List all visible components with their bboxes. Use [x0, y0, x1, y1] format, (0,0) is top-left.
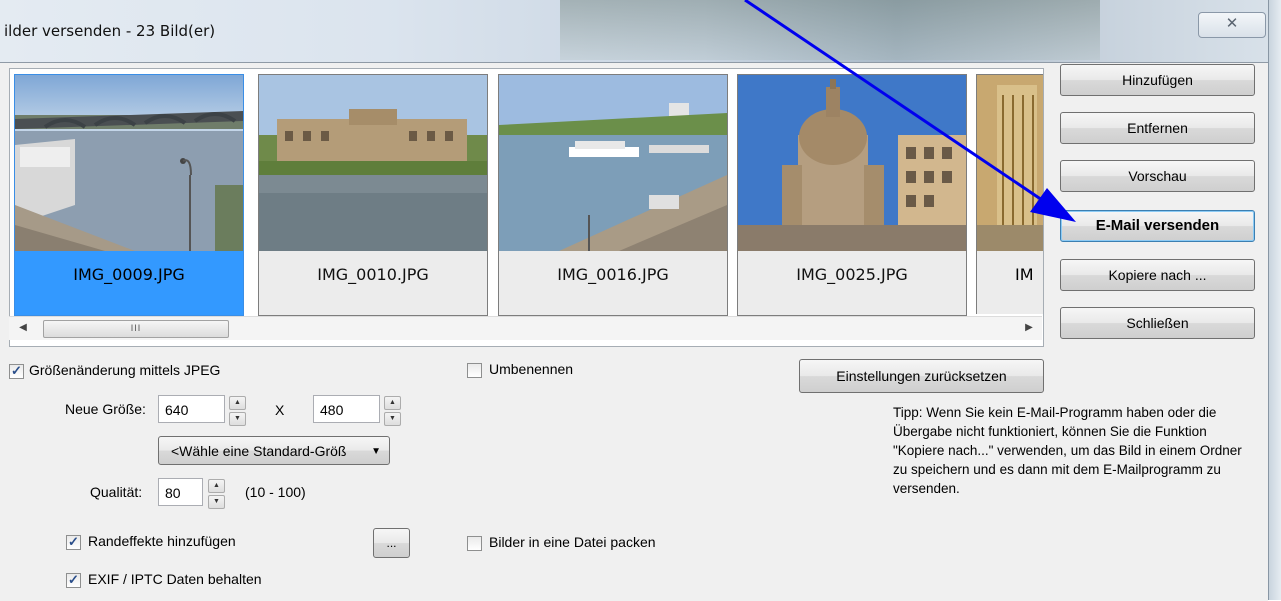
- scroll-right-icon[interactable]: ▶: [1021, 320, 1037, 336]
- standard-size-value: <Wähle eine Standard-Größ: [171, 443, 347, 459]
- thumbnail-filename: IMG_0009.JPG: [15, 251, 243, 315]
- thumbnail-item[interactable]: IM: [976, 74, 1043, 314]
- close-window-button[interactable]: ✕: [1198, 12, 1266, 38]
- spin-up-icon[interactable]: ▲: [229, 396, 246, 410]
- border-effects-label: Randeffekte hinzufügen: [88, 533, 236, 549]
- thumbnail-item[interactable]: IMG_0025.JPG: [737, 74, 967, 316]
- new-size-label: Neue Größe:: [65, 401, 146, 417]
- quality-label: Qualität:: [90, 484, 143, 500]
- keep-exif-checkbox[interactable]: ✓: [66, 573, 81, 588]
- border-effects-checkbox[interactable]: ✓: [66, 535, 81, 550]
- thumbnail-image: [259, 75, 487, 251]
- pack-images-label: Bilder in eine Datei packen: [489, 534, 656, 550]
- quality-input[interactable]: 80: [158, 478, 203, 506]
- thumbnail-filename: IMG_0016.JPG: [557, 265, 669, 284]
- height-input[interactable]: 480: [313, 395, 380, 423]
- thumbnail-filename: IMG_0010.JPG: [317, 265, 429, 284]
- pack-images-checkbox[interactable]: [467, 536, 482, 551]
- remove-button[interactable]: Entfernen: [1060, 112, 1255, 144]
- thumbnail-item[interactable]: IMG_0009.JPG: [14, 74, 244, 316]
- scrollbar-thumb[interactable]: III: [43, 320, 229, 338]
- close-icon: ✕: [1225, 15, 1239, 32]
- width-stepper[interactable]: ▲ ▼: [229, 396, 246, 426]
- thumbnail-image: [738, 75, 966, 251]
- standard-size-dropdown[interactable]: <Wähle eine Standard-Größ ▼: [158, 436, 390, 465]
- thumbnail-image: [499, 75, 727, 251]
- rename-checkbox[interactable]: [467, 363, 482, 378]
- window-frame-edge: [1268, 0, 1281, 600]
- thumbnail-filename: IM: [1015, 265, 1034, 284]
- thumbnail-item[interactable]: IMG_0010.JPG: [258, 74, 488, 316]
- thumbnail-image: [977, 75, 1043, 251]
- copy-to-button[interactable]: Kopiere nach ...: [1060, 259, 1255, 291]
- thumbnail-image: [15, 75, 243, 251]
- width-input[interactable]: 640: [158, 395, 225, 423]
- rename-label: Umbenennen: [489, 361, 574, 377]
- preview-button[interactable]: Vorschau: [1060, 160, 1255, 192]
- spin-down-icon[interactable]: ▼: [208, 495, 225, 509]
- title-bar-background: [560, 0, 1100, 60]
- quality-range-label: (10 - 100): [245, 484, 306, 500]
- chevron-down-icon: ▼: [371, 446, 381, 457]
- resize-jpeg-checkbox[interactable]: ✓: [9, 364, 24, 379]
- times-label: X: [275, 402, 285, 418]
- thumbnail-scrollbar[interactable]: ◀ III ▶: [9, 316, 1042, 340]
- spin-down-icon[interactable]: ▼: [229, 412, 246, 426]
- title-bar: ilder versenden - 23 Bild(er) ✕: [0, 0, 1281, 62]
- tip-text: Tipp: Wenn Sie kein E-Mail-Programm habe…: [893, 405, 1242, 496]
- border-effects-settings-button[interactable]: ...: [373, 528, 410, 558]
- send-email-button[interactable]: E-Mail versenden: [1060, 210, 1255, 242]
- close-button[interactable]: Schließen: [1060, 307, 1255, 339]
- add-button[interactable]: Hinzufügen: [1060, 64, 1255, 96]
- thumbnail-item[interactable]: IMG_0016.JPG: [498, 74, 728, 316]
- window-title: ilder versenden - 23 Bild(er): [4, 22, 216, 40]
- keep-exif-label: EXIF / IPTC Daten behalten: [88, 571, 262, 587]
- thumbnail-strip[interactable]: IMG_0009.JPG IMG_0010.JPG IMG_0016.JPG I…: [9, 68, 1044, 347]
- resize-jpeg-label: Größenänderung mittels JPEG: [29, 362, 221, 378]
- spin-up-icon[interactable]: ▲: [208, 479, 225, 493]
- thumbnail-filename: IMG_0025.JPG: [796, 265, 908, 284]
- height-stepper[interactable]: ▲ ▼: [384, 396, 401, 426]
- scroll-left-icon[interactable]: ◀: [15, 320, 31, 336]
- spin-up-icon[interactable]: ▲: [384, 396, 401, 410]
- reset-settings-button[interactable]: Einstellungen zurücksetzen: [799, 359, 1044, 393]
- quality-stepper[interactable]: ▲ ▼: [208, 479, 225, 509]
- spin-down-icon[interactable]: ▼: [384, 412, 401, 426]
